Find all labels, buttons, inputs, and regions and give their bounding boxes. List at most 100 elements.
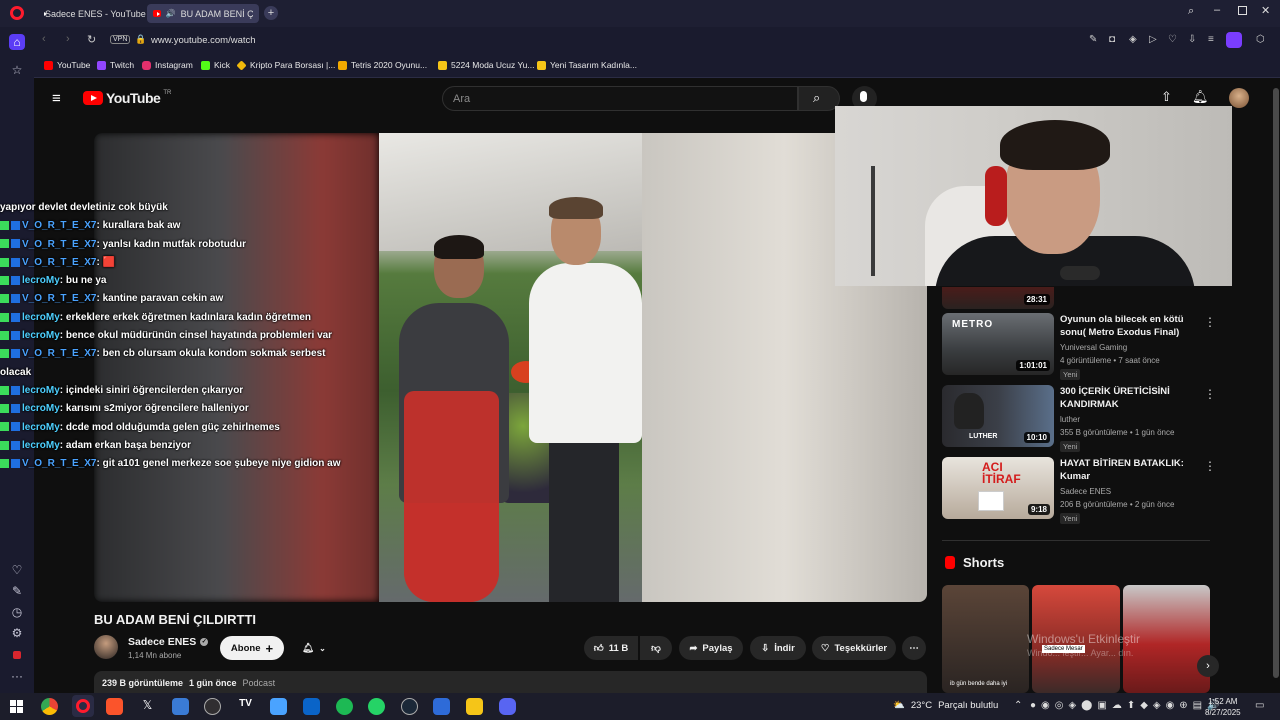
bookmark-youtube[interactable]: YouTube (44, 60, 90, 70)
chat-text: : adam erkan başa benziyor (59, 439, 191, 451)
vpn-badge[interactable]: VPN (110, 35, 131, 44)
download-icon[interactable]: ⇩ (1188, 34, 1196, 45)
spotify-icon[interactable] (336, 698, 353, 715)
scrollbar-thumb[interactable] (1273, 88, 1279, 678)
chat-badge-icon (0, 239, 9, 249)
recommendation-item[interactable]: METRO 1:01:01 Oyunun ola bilecek en kötü… (942, 313, 1216, 383)
tiktok-icon[interactable]: TV (237, 698, 254, 715)
channel-name[interactable]: Sadece ENES ✓ (128, 636, 209, 648)
thumbs-up-icon: 👍︎ (593, 643, 604, 654)
obs-icon[interactable] (204, 698, 221, 715)
notification-bell-button[interactable]: 🔔︎ ⌄ (290, 636, 338, 660)
shorts-next-button[interactable]: › (1197, 655, 1219, 677)
outlook-icon[interactable] (303, 698, 320, 715)
edit-icon[interactable]: ✎ (9, 583, 25, 599)
profile-icon[interactable] (1226, 32, 1242, 48)
download-button[interactable]: ⇩ İndir (750, 636, 806, 660)
more-actions-button[interactable]: ⋯ (902, 636, 926, 660)
bookmark-twitch[interactable]: Twitch (97, 60, 134, 70)
bookmark-kick[interactable]: Kick (201, 60, 230, 70)
upload-icon[interactable]: ⇧ (1161, 89, 1172, 105)
steam-icon[interactable] (401, 698, 418, 715)
windows-start-icon[interactable] (8, 698, 25, 715)
notification-center-icon[interactable]: ▭ (1255, 700, 1264, 711)
thanks-button[interactable]: ♡ Teşekkürler (812, 636, 896, 660)
stream-chat-overlay: yapıyor devlet devletiniz cok büyük V_O_R… (0, 199, 380, 473)
bookmark-moda[interactable]: 5224 Moda Ucuz Yu... (438, 60, 534, 70)
clock[interactable]: 1:52 AM 8/27/2025 (1205, 696, 1241, 718)
recommendation-item[interactable]: ACI İTİRAF 9:18 HAYAT BİTİREN BATAKLIK: … (942, 457, 1216, 527)
opera-icon[interactable] (72, 695, 94, 717)
app-icon-yellow[interactable] (466, 698, 483, 715)
new-tab-button[interactable]: + (264, 6, 278, 20)
menu-icon[interactable]: ≡ (1208, 34, 1214, 45)
recommendation-title: 300 İÇERİK ÜRETİCİSİNİ KANDIRMAK (1060, 386, 1170, 410)
settings-icon[interactable]: ⚙ (9, 625, 25, 641)
page-scrollbar[interactable] (1272, 78, 1280, 693)
search-input[interactable]: Ara (442, 86, 798, 111)
edit-page-icon[interactable]: ✎ (1089, 34, 1097, 45)
kebab-menu-icon[interactable]: ⋮ (1204, 459, 1216, 473)
tray-chevron-icon[interactable]: ⌃ (1014, 700, 1022, 711)
chat-badge-icon (0, 330, 9, 340)
box-icon[interactable]: ⬡ (1256, 34, 1265, 45)
hamburger-menu-icon[interactable]: ≡ (52, 90, 61, 107)
minimize-button[interactable]: – (1214, 4, 1220, 16)
brave-icon[interactable] (106, 698, 123, 715)
recommendation-item[interactable]: 28:31 (942, 287, 1212, 309)
heart-outline-icon[interactable]: ♡ (1168, 34, 1177, 45)
extension-icon[interactable] (9, 647, 25, 663)
chat-badge-icon (11, 459, 20, 469)
short-card[interactable]: ib gün bende daha iyi (942, 585, 1029, 693)
chat-badge-icon (11, 239, 20, 249)
weather-widget[interactable]: ⛅ 23°C Parçalı bulutlu (893, 700, 998, 711)
bookmark-tetris[interactable]: Tetris 2020 Oyunu... (338, 60, 427, 70)
play-icon[interactable]: ▷ (1149, 34, 1157, 45)
description-box[interactable]: 239 B görüntüleme 1 gün önce Podcast (94, 671, 927, 693)
explorer-icon[interactable] (270, 698, 287, 715)
date-text: 8/27/2025 (1205, 708, 1241, 717)
back-icon[interactable]: ‹ (42, 33, 46, 45)
home-icon[interactable]: ⌂ (9, 34, 25, 50)
chrome-icon[interactable] (41, 698, 58, 715)
system-tray-icons[interactable]: ●◉◎◈⬤▣☁⬆◆◈◉⊕▤🔊 (1030, 700, 1225, 711)
search-tabs-icon[interactable]: ⌕ (1188, 5, 1194, 18)
close-window-button[interactable]: ✕ (1261, 4, 1270, 17)
app-icon[interactable] (172, 698, 189, 715)
whatsapp-icon[interactable] (368, 698, 385, 715)
shield-icon[interactable]: ◈ (1129, 34, 1137, 45)
opera-logo-icon[interactable] (10, 6, 24, 20)
maximize-button[interactable] (1238, 6, 1247, 15)
share-button[interactable]: ➦ Paylaş (679, 636, 743, 660)
channel-avatar[interactable] (94, 635, 118, 659)
youtube-logo[interactable]: YouTube TR (83, 90, 171, 106)
camera-icon[interactable]: ◘ (1109, 34, 1115, 45)
history-icon[interactable]: ◷ (9, 604, 25, 620)
search-button[interactable]: ⌕ (798, 86, 840, 111)
kebab-menu-icon[interactable]: ⋮ (1204, 387, 1216, 401)
bookmark-instagram[interactable]: Instagram (142, 60, 193, 70)
tab-bu-adam[interactable]: 🔊 BU ADAM BENİ ÇILDIF (147, 4, 259, 23)
like-button[interactable]: 👍︎ 11 B (584, 636, 638, 660)
star-icon[interactable]: ☆ (9, 62, 25, 78)
discord-icon[interactable] (499, 698, 516, 715)
chat-text: : içindeki siniri öğrencilerden çıkarıyo… (59, 384, 244, 396)
forward-icon[interactable]: › (66, 33, 70, 45)
wall-item (871, 166, 875, 276)
app-icon-blue[interactable] (433, 698, 450, 715)
notifications-icon[interactable]: 🔔︎ (1192, 89, 1209, 105)
x-icon[interactable]: 𝕏 (139, 698, 156, 715)
avatar[interactable] (1229, 88, 1249, 108)
chat-badge-icon (0, 422, 9, 432)
bookmark-tasarim[interactable]: Yeni Tasarım Kadınla... (537, 60, 637, 70)
more-icon[interactable]: ··· (9, 668, 25, 684)
dislike-button[interactable]: 👎︎ (640, 636, 672, 660)
subscribe-button[interactable]: Abone + (220, 636, 284, 660)
heart-icon[interactable]: ♡ (9, 562, 25, 578)
url-field[interactable]: www.youtube.com/watch (151, 35, 256, 46)
reload-icon[interactable]: ↻ (87, 33, 96, 46)
bookmark-kripto[interactable]: Kripto Para Borsası |... (236, 59, 335, 71)
tab-sadece-enes[interactable]: Sadece ENES - YouTube (34, 4, 146, 23)
recommendation-item[interactable]: LUTHER 10:10 300 İÇERİK ÜRETİCİSİNİ KAND… (942, 385, 1216, 455)
kebab-menu-icon[interactable]: ⋮ (1204, 315, 1216, 329)
